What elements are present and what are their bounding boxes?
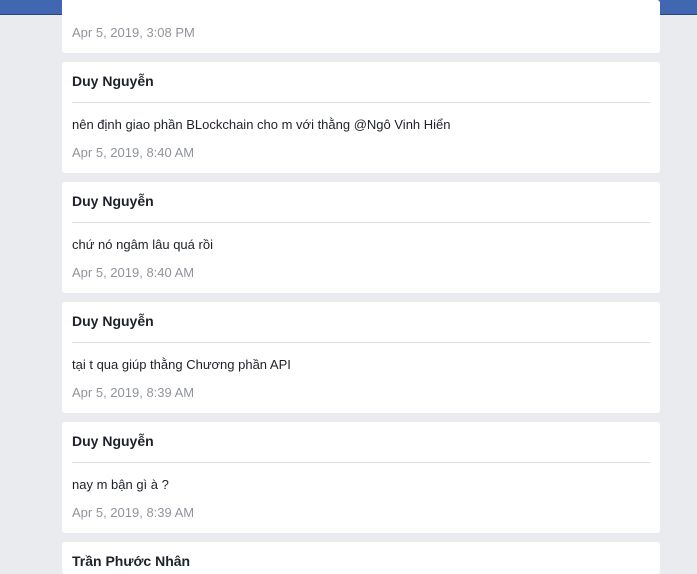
message-timestamp[interactable]: Apr 5, 2019, 8:39 AM bbox=[72, 385, 194, 400]
message-card: Duy Nguyễn nên định giao phần BLockchain… bbox=[62, 62, 660, 173]
message-author[interactable]: Duy Nguyễn bbox=[72, 193, 154, 209]
card-divider bbox=[72, 342, 650, 343]
message-author[interactable]: Duy Nguyễn bbox=[72, 313, 154, 329]
message-card: Duy Nguyễn tại t qua giúp thằng Chương p… bbox=[62, 302, 660, 413]
message-card: Duy Nguyễn nay m bận gì à ? Apr 5, 2019,… bbox=[62, 422, 660, 533]
message-text: nên định giao phần BLockchain cho m với … bbox=[72, 117, 451, 132]
message-text: chứ nó ngâm lâu quá rồi bbox=[72, 237, 213, 252]
message-author[interactable]: Duy Nguyễn bbox=[72, 433, 154, 449]
message-card: Duy Nguyễn chứ nó ngâm lâu quá rồi Apr 5… bbox=[62, 182, 660, 293]
message-text: tại t qua giúp thằng Chương phần API bbox=[72, 357, 291, 372]
card-divider bbox=[72, 462, 650, 463]
message-author[interactable]: Trần Phước Nhân bbox=[72, 553, 190, 569]
card-divider bbox=[72, 102, 650, 103]
message-timestamp[interactable]: Apr 5, 2019, 3:08 PM bbox=[72, 25, 195, 40]
message-author[interactable]: Duy Nguyễn bbox=[72, 73, 154, 89]
message-card: Trần Phước Nhân bbox=[62, 542, 660, 574]
message-card: Apr 5, 2019, 3:08 PM bbox=[62, 0, 660, 53]
message-timestamp[interactable]: Apr 5, 2019, 8:40 AM bbox=[72, 265, 194, 280]
message-timestamp[interactable]: Apr 5, 2019, 8:40 AM bbox=[72, 145, 194, 160]
card-divider bbox=[72, 222, 650, 223]
message-text: nay m bận gì à ? bbox=[72, 477, 169, 492]
message-timestamp[interactable]: Apr 5, 2019, 8:39 AM bbox=[72, 505, 194, 520]
